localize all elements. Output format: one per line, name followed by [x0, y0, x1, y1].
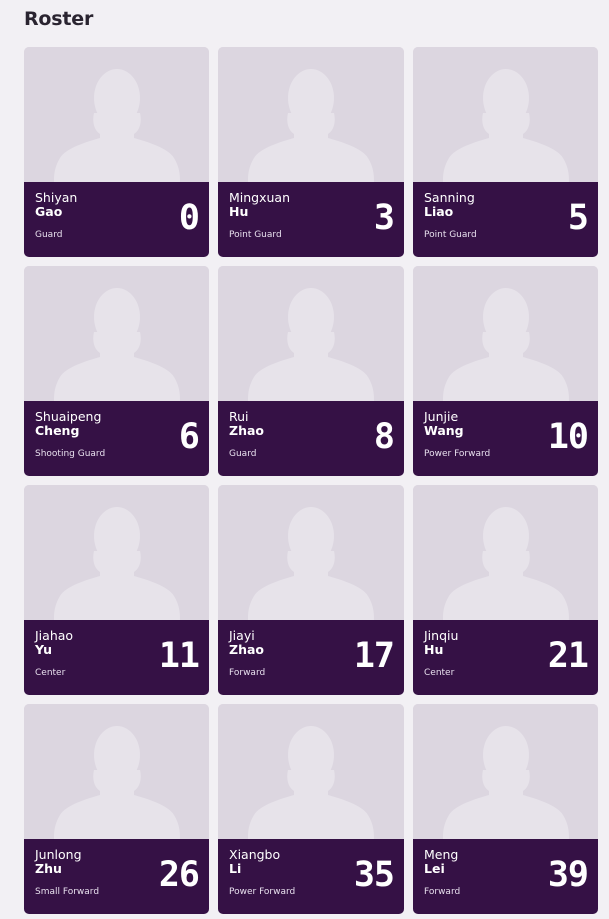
person-silhouette-icon: [248, 726, 374, 839]
player-number: 0: [178, 198, 200, 238]
roster-page: Roster Shiyan Gao Guard 0 Mingxuan Hu Po…: [0, 0, 609, 919]
player-photo: [24, 704, 209, 839]
player-number: 3: [373, 198, 395, 238]
player-first-name: Rui: [229, 409, 249, 424]
player-info: Jinqiu Hu Center 21: [413, 620, 598, 695]
player-first-name: Xiangbo: [229, 847, 281, 862]
person-silhouette-icon: [442, 507, 569, 620]
player-number: 5: [567, 198, 589, 238]
player-info: Shuaipeng Cheng Shooting Guard 6: [24, 401, 209, 476]
player-info: Sanning Liao Point Guard 5: [413, 182, 598, 257]
player-card[interactable]: Jinqiu Hu Center 21: [413, 485, 598, 695]
player-info: Jiahao Yu Center 11: [24, 620, 209, 695]
player-number: 17: [353, 636, 395, 676]
player-first-name: Shuaipeng: [35, 409, 102, 424]
player-last-name: Yu: [35, 642, 53, 657]
player-card[interactable]: Sanning Liao Point Guard 5: [413, 47, 598, 257]
person-silhouette-icon: [442, 726, 569, 839]
player-first-name: Mingxuan: [229, 190, 291, 205]
player-photo: [218, 704, 404, 839]
player-last-name: Zhu: [35, 861, 62, 876]
player-card[interactable]: Shiyan Gao Guard 0: [24, 47, 209, 257]
player-position: Center: [35, 668, 66, 678]
player-last-name: Hu: [424, 642, 444, 657]
player-position: Power Forward: [424, 449, 491, 459]
player-photo: [413, 485, 598, 620]
player-card[interactable]: Shuaipeng Cheng Shooting Guard 6: [24, 266, 209, 476]
player-photo: [413, 704, 598, 839]
player-first-name: Shiyan: [35, 190, 78, 205]
player-number: 6: [178, 417, 200, 457]
person-silhouette-icon: [248, 507, 374, 620]
roster-grid: Shiyan Gao Guard 0 Mingxuan Hu Point Gua…: [24, 47, 598, 914]
player-last-name: Wang: [424, 423, 464, 438]
player-number: 39: [547, 855, 589, 895]
player-first-name: Junlong: [35, 847, 82, 862]
player-number: 26: [158, 855, 200, 895]
player-last-name: Zhao: [229, 423, 264, 438]
player-info: Rui Zhao Guard 8: [218, 401, 404, 476]
player-photo: [218, 485, 404, 620]
player-last-name: Zhao: [229, 642, 264, 657]
player-card[interactable]: Junlong Zhu Small Forward 26: [24, 704, 209, 914]
player-last-name: Cheng: [35, 423, 80, 438]
player-card[interactable]: Meng Lei Forward 39: [413, 704, 598, 914]
player-first-name: Jiayi: [229, 628, 255, 643]
player-card[interactable]: Junjie Wang Power Forward 10: [413, 266, 598, 476]
player-photo: [218, 47, 404, 182]
player-position: Point Guard: [424, 230, 477, 240]
player-last-name: Hu: [229, 204, 249, 219]
player-photo: [24, 485, 209, 620]
player-position: Small Forward: [35, 887, 100, 897]
player-position: Forward: [424, 887, 461, 897]
player-first-name: Jinqiu: [424, 628, 459, 643]
person-silhouette-icon: [248, 69, 374, 182]
player-first-name: Junjie: [424, 409, 459, 424]
player-last-name: Gao: [35, 204, 63, 219]
player-info: Jiayi Zhao Forward 17: [218, 620, 404, 695]
player-number: 21: [547, 636, 589, 676]
player-first-name: Jiahao: [35, 628, 74, 643]
player-photo: [413, 47, 598, 182]
player-info: Xiangbo Li Power Forward 35: [218, 839, 404, 914]
player-position: Power Forward: [229, 887, 296, 897]
player-info: Junjie Wang Power Forward 10: [413, 401, 598, 476]
player-number: 11: [158, 636, 200, 676]
player-photo: [24, 47, 209, 182]
person-silhouette-icon: [248, 288, 374, 401]
player-position: Guard: [35, 230, 63, 240]
player-position: Point Guard: [229, 230, 282, 240]
player-photo: [413, 266, 598, 401]
page-title: Roster: [24, 8, 94, 30]
player-first-name: Sanning: [424, 190, 475, 205]
player-number: 10: [547, 417, 589, 457]
player-position: Center: [424, 668, 455, 678]
person-silhouette-icon: [53, 69, 180, 182]
player-position: Guard: [229, 449, 257, 459]
player-info: Junlong Zhu Small Forward 26: [24, 839, 209, 914]
player-card[interactable]: Jiayi Zhao Forward 17: [218, 485, 404, 695]
player-info: Shiyan Gao Guard 0: [24, 182, 209, 257]
player-photo: [24, 266, 209, 401]
player-info: Meng Lei Forward 39: [413, 839, 598, 914]
player-card[interactable]: Mingxuan Hu Point Guard 3: [218, 47, 404, 257]
player-info: Mingxuan Hu Point Guard 3: [218, 182, 404, 257]
person-silhouette-icon: [442, 69, 569, 182]
player-last-name: Li: [229, 861, 242, 876]
player-last-name: Liao: [424, 204, 454, 219]
person-silhouette-icon: [53, 507, 180, 620]
player-last-name: Lei: [424, 861, 445, 876]
person-silhouette-icon: [53, 726, 180, 839]
player-first-name: Meng: [424, 847, 459, 862]
person-silhouette-icon: [442, 288, 569, 401]
player-position: Shooting Guard: [35, 449, 106, 459]
player-card[interactable]: Rui Zhao Guard 8: [218, 266, 404, 476]
person-silhouette-icon: [53, 288, 180, 401]
player-number: 35: [353, 855, 395, 895]
player-position: Forward: [229, 668, 266, 678]
player-card[interactable]: Jiahao Yu Center 11: [24, 485, 209, 695]
player-card[interactable]: Xiangbo Li Power Forward 35: [218, 704, 404, 914]
player-photo: [218, 266, 404, 401]
player-number: 8: [373, 417, 395, 457]
